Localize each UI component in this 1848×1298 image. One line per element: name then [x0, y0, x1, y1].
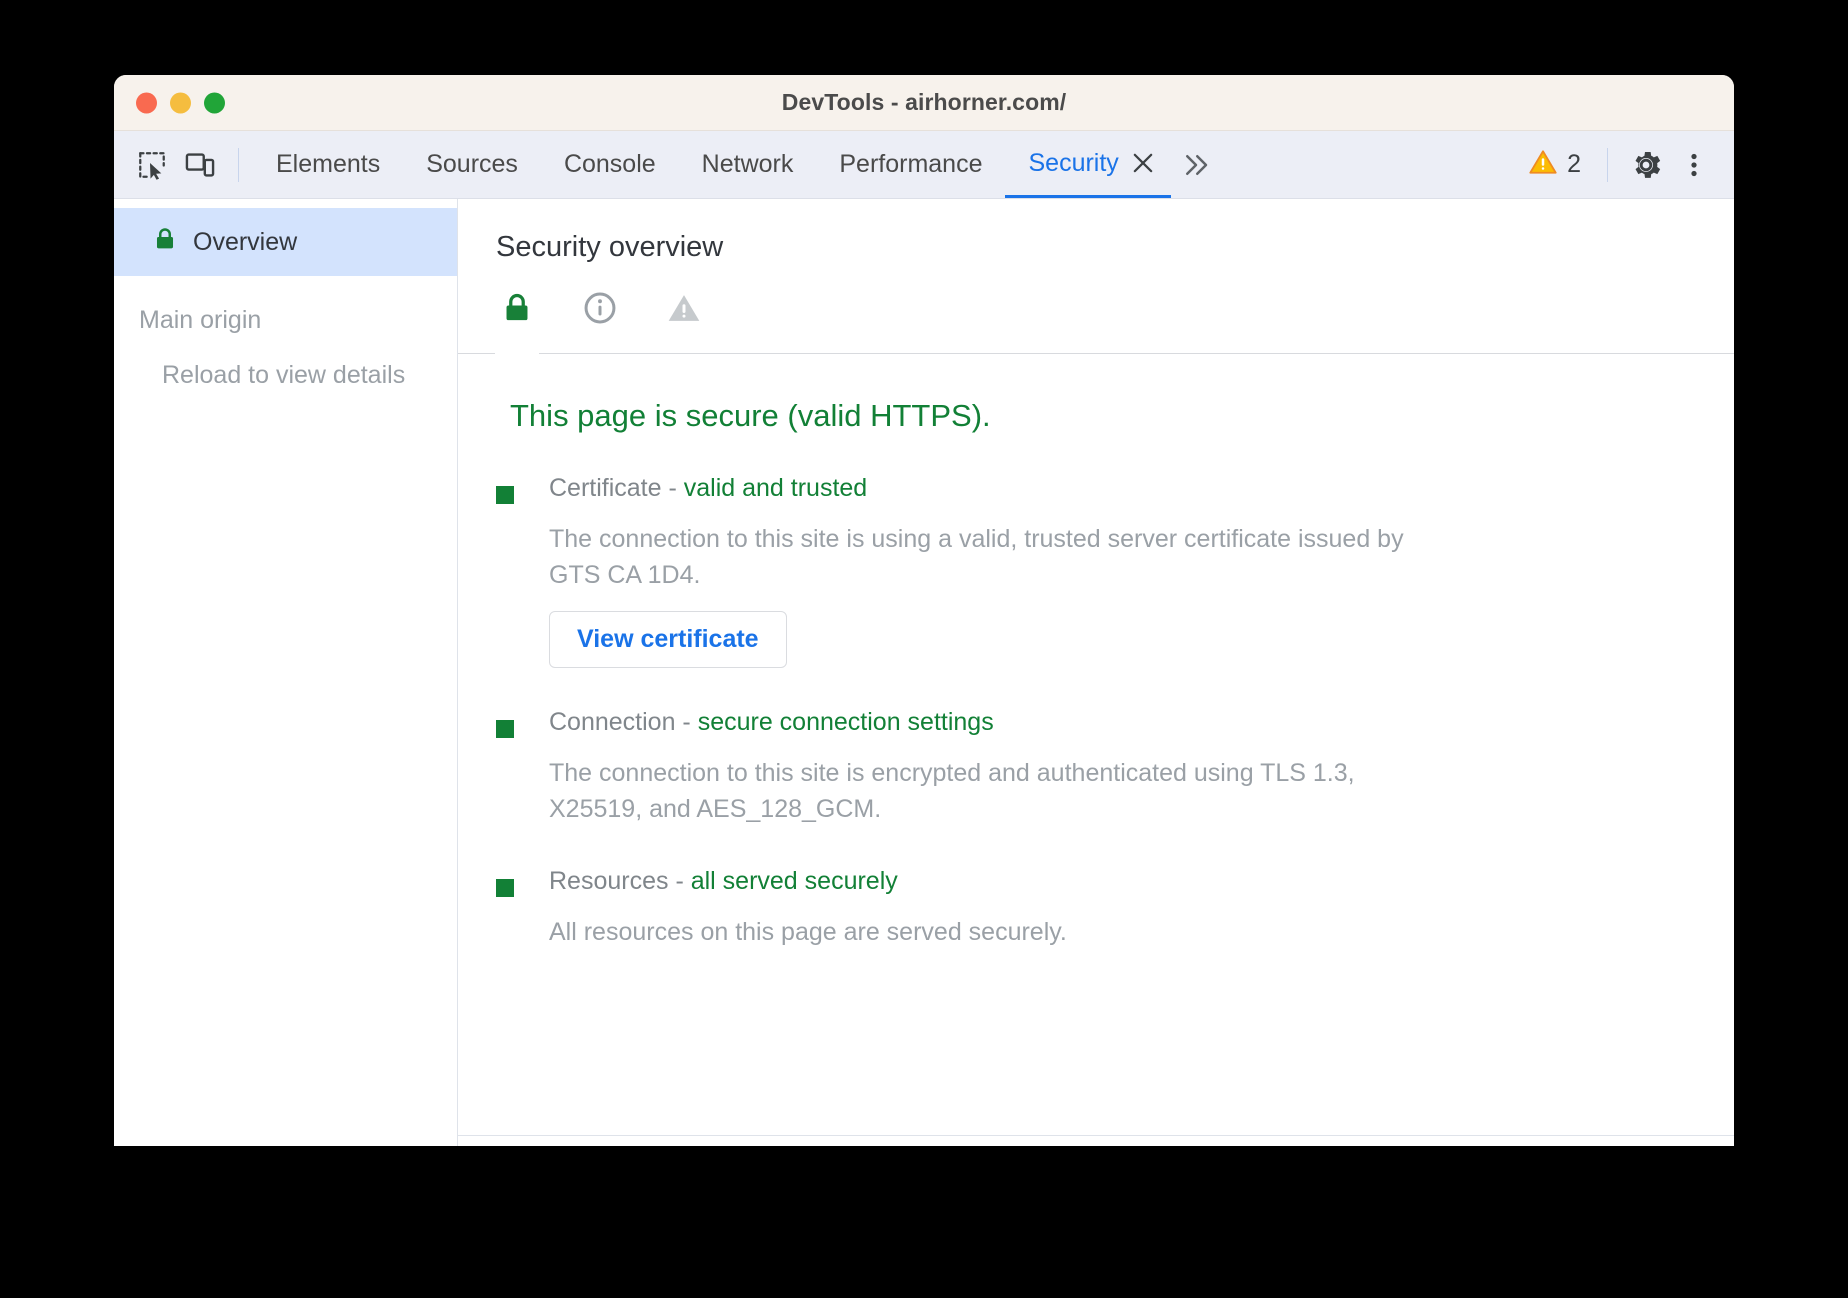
security-sidebar: Overview Main origin Reload to view deta… [114, 199, 458, 1146]
toolbar-divider [238, 148, 239, 182]
warning-triangle-icon [666, 290, 702, 331]
toolbar-divider-right [1607, 148, 1608, 182]
security-section-certificate: Certificate - valid and trusted The conn… [458, 434, 1734, 668]
security-section-connection: Connection - secure connection settings … [458, 668, 1734, 827]
minimize-window-button[interactable] [170, 92, 191, 113]
section-heading: Resources - all served securely [549, 865, 1067, 898]
device-toolbar-icon[interactable] [176, 141, 224, 189]
section-label: Certificate - [549, 474, 677, 502]
page-title: Security overview [458, 199, 1734, 264]
window-title: DevTools - airhorner.com/ [114, 89, 1734, 116]
section-body: Connection - secure connection settings … [514, 706, 1429, 827]
security-main-panel: Security overview [458, 199, 1734, 1146]
status-square-icon [496, 486, 514, 504]
info-circle-icon [582, 290, 618, 331]
warning-triangle-icon [1528, 147, 1558, 182]
warning-count: 2 [1567, 150, 1581, 179]
section-body: Resources - all served securely All reso… [514, 865, 1067, 950]
security-summary-icons [458, 264, 1734, 331]
section-heading: Certificate - valid and trusted [549, 472, 1429, 505]
toolbar-right-group: 2 [1516, 141, 1734, 189]
devtools-window: DevTools - airhorner.com/ Elements Sourc… [114, 75, 1734, 1146]
section-description: All resources on this page are served se… [549, 914, 1067, 950]
tab-console[interactable]: Console [541, 131, 679, 198]
window-titlebar: DevTools - airhorner.com/ [114, 75, 1734, 131]
sidebar-reload-hint: Reload to view details [114, 335, 457, 390]
section-value: all served securely [691, 867, 898, 895]
section-body: Certificate - valid and trusted The conn… [514, 472, 1429, 668]
lock-icon [500, 291, 534, 330]
section-description: The connection to this site is using a v… [549, 521, 1429, 594]
maximize-window-button[interactable] [204, 92, 225, 113]
lock-icon [152, 226, 178, 259]
warning-count-button[interactable]: 2 [1516, 147, 1593, 182]
tab-performance[interactable]: Performance [816, 131, 1005, 198]
summary-divider [458, 353, 1734, 354]
chevron-double-right-icon[interactable] [1171, 131, 1221, 198]
sidebar-group-main-origin[interactable]: Main origin [114, 276, 457, 335]
status-square-icon [496, 879, 514, 897]
tab-sources[interactable]: Sources [403, 131, 541, 198]
panel-tabs: Elements Sources Console Network Perform… [253, 131, 1221, 198]
panel-bottom-divider [458, 1135, 1734, 1136]
sidebar-item-overview-label: Overview [193, 228, 297, 257]
security-section-resources: Resources - all served securely All reso… [458, 827, 1734, 950]
inspect-element-icon[interactable] [128, 141, 176, 189]
selected-summary-notch [495, 342, 539, 353]
close-icon[interactable] [1129, 131, 1171, 198]
tab-security[interactable]: Security [1005, 131, 1128, 198]
view-certificate-button[interactable]: View certificate [549, 611, 787, 668]
section-label: Connection - [549, 708, 691, 736]
gear-icon[interactable] [1622, 141, 1670, 189]
section-label: Resources - [549, 867, 684, 895]
sidebar-item-overview[interactable]: Overview [114, 208, 457, 276]
security-headline: This page is secure (valid HTTPS). [458, 354, 1734, 434]
devtools-toolbar: Elements Sources Console Network Perform… [114, 131, 1734, 199]
more-vertical-icon[interactable] [1670, 141, 1718, 189]
tab-network[interactable]: Network [679, 131, 817, 198]
section-value: secure connection settings [698, 708, 994, 736]
devtools-body: Overview Main origin Reload to view deta… [114, 199, 1734, 1146]
section-heading: Connection - secure connection settings [549, 706, 1429, 739]
status-square-icon [496, 720, 514, 738]
section-value: valid and trusted [684, 474, 867, 502]
tab-elements[interactable]: Elements [253, 131, 403, 198]
close-window-button[interactable] [136, 92, 157, 113]
section-description: The connection to this site is encrypted… [549, 755, 1429, 828]
traffic-light-buttons [136, 92, 225, 113]
